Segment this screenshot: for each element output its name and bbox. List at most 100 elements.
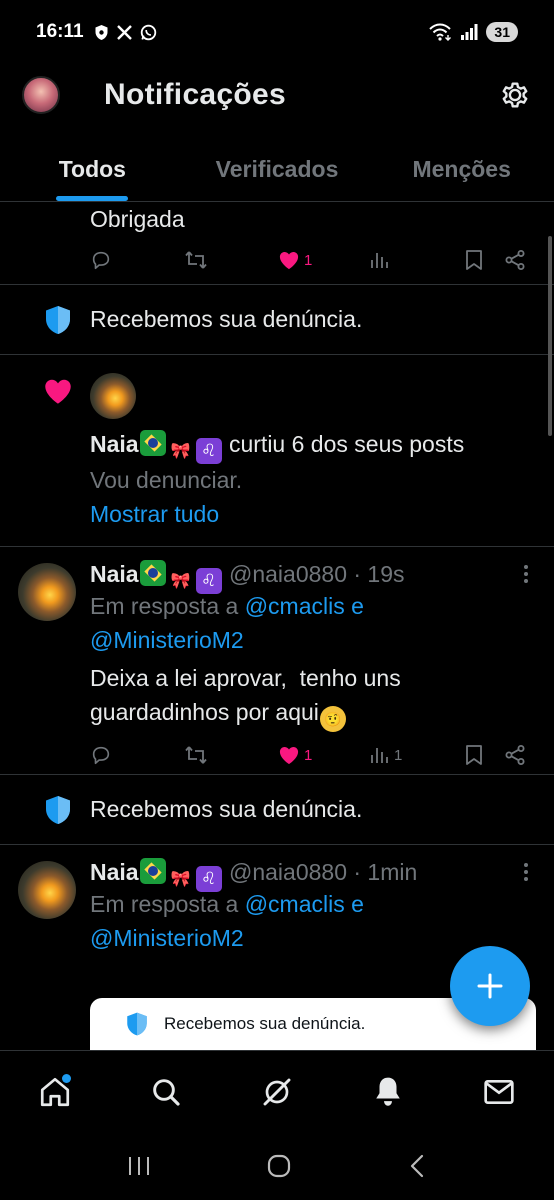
- author-name[interactable]: Naia: [90, 561, 139, 587]
- reply-prefix: Em resposta a: [90, 891, 245, 917]
- report-text: Recebemos sua denúncia.: [90, 306, 363, 332]
- nav-home[interactable]: [33, 1070, 77, 1114]
- bell-icon: [376, 1077, 400, 1106]
- views-count: 1: [394, 746, 403, 764]
- status-time: 16:11: [36, 21, 84, 42]
- views-icon: [371, 253, 388, 268]
- like-button[interactable]: 1: [278, 745, 312, 765]
- tab-mencoes[interactable]: Menções: [369, 138, 554, 201]
- heart-filled-icon: [279, 252, 299, 270]
- reply-button[interactable]: [90, 744, 112, 766]
- liker-name[interactable]: Naia: [90, 431, 139, 457]
- liker-avatar[interactable]: [90, 373, 136, 419]
- page-title: Notificações: [104, 78, 286, 111]
- views-button[interactable]: [370, 250, 390, 270]
- shield-icon: [46, 795, 70, 824]
- reply-prefix: Em resposta a: [90, 593, 245, 619]
- mention-link[interactable]: @cmaclis: [245, 593, 345, 619]
- more-options-icon[interactable]: [524, 565, 530, 583]
- reply-context: Em resposta a @cmaclis e: [90, 887, 364, 921]
- search-icon: [153, 1078, 180, 1106]
- bottom-navigation: [0, 1050, 554, 1132]
- signal-icon: [461, 24, 478, 40]
- notification-tabs: Todos Verificados Menções: [0, 138, 554, 202]
- reply-button[interactable]: [90, 249, 112, 271]
- tab-verificados[interactable]: Verificados: [185, 138, 370, 201]
- settings-button[interactable]: [498, 78, 532, 112]
- x-status-icon: [116, 24, 132, 40]
- plus-icon: [477, 973, 503, 999]
- views-icon: [371, 748, 388, 763]
- scrollbar[interactable]: [548, 236, 552, 436]
- mention-link[interactable]: @MinisterioM2: [90, 623, 244, 657]
- grok-icon: [263, 1078, 291, 1105]
- home-circle-icon[interactable]: [265, 1152, 293, 1180]
- report-notification[interactable]: Recebemos sua denúncia.: [0, 285, 554, 355]
- brazil-flag-emoji: [139, 560, 166, 586]
- like-summary: Naia 🎀 ♌ curtiu 6 dos seus posts: [90, 427, 464, 465]
- author-handle[interactable]: @naia0880: [229, 561, 347, 587]
- report-notification[interactable]: Recebemos sua denúncia.: [0, 775, 554, 845]
- author-name[interactable]: Naia: [90, 859, 139, 885]
- status-bar: 16:11 31: [0, 0, 554, 64]
- share-icon: [505, 250, 525, 270]
- more-options-icon[interactable]: [524, 863, 530, 881]
- brazil-flag-emoji: [139, 858, 166, 884]
- author-avatar[interactable]: [18, 563, 76, 621]
- report-text: Recebemos sua denúncia.: [90, 796, 363, 822]
- mail-icon: [483, 1079, 514, 1104]
- tab-todos[interactable]: Todos: [0, 138, 185, 201]
- bookmark-button[interactable]: [464, 249, 484, 271]
- leo-sign-emoji: ♌: [195, 438, 222, 464]
- recent-apps-icon[interactable]: [126, 1154, 152, 1178]
- bookmark-button[interactable]: [464, 744, 484, 766]
- system-navigation: [0, 1132, 554, 1200]
- reply-tweet[interactable]: Naia 🎀 ♌ @naia0880 · 19s Em resposta a @cm…: [0, 547, 554, 775]
- retweet-button[interactable]: [184, 744, 208, 766]
- tweet-text: Obrigada: [90, 206, 185, 232]
- profile-avatar[interactable]: [22, 76, 60, 114]
- brazil-flag-emoji: [139, 430, 166, 456]
- bookmark-icon: [466, 745, 482, 765]
- share-icon: [505, 745, 525, 765]
- share-button[interactable]: [504, 744, 526, 766]
- nav-notifications[interactable]: [366, 1070, 410, 1114]
- heart-filled-icon: [45, 379, 71, 404]
- nav-search[interactable]: [144, 1070, 188, 1114]
- like-count: 1: [304, 251, 313, 269]
- heart-filled-icon: [279, 747, 299, 765]
- shield-status-icon: [95, 24, 108, 40]
- tweet-text-fragment: guardadinhos por aqui: [90, 699, 319, 725]
- reply-and: e: [344, 891, 364, 917]
- whatsapp-status-icon: [140, 24, 156, 40]
- toast-text: Recebemos sua denúncia.: [164, 1014, 366, 1033]
- notifications-feed[interactable]: Obrigada 1 Recebemos sua denúncia. Naia …: [0, 202, 554, 1050]
- mention-link[interactable]: @MinisterioM2: [90, 921, 244, 955]
- reply-icon: [92, 746, 110, 765]
- nav-grok[interactable]: [255, 1070, 299, 1114]
- back-icon[interactable]: [406, 1153, 428, 1179]
- author-avatar[interactable]: [18, 861, 76, 919]
- partial-tweet[interactable]: Obrigada 1: [0, 202, 554, 285]
- shield-icon: [46, 305, 70, 334]
- views-button[interactable]: 1: [370, 745, 402, 765]
- app-header: Notificações: [0, 64, 554, 126]
- tweet-text-line: guardadinhos por aqui 🤨: [90, 695, 347, 732]
- reply-and: e: [344, 593, 364, 619]
- share-button[interactable]: [504, 249, 526, 271]
- wifi-icon: [429, 23, 452, 41]
- compose-button[interactable]: [450, 946, 530, 1026]
- like-notification[interactable]: Naia 🎀 ♌ curtiu 6 dos seus posts Vou denun…: [0, 355, 554, 547]
- retweet-button[interactable]: [184, 249, 208, 271]
- show-all-link[interactable]: Mostrar tudo: [90, 497, 219, 531]
- nav-messages[interactable]: [477, 1070, 521, 1114]
- mention-link[interactable]: @cmaclis: [245, 891, 345, 917]
- author-handle[interactable]: @naia0880: [229, 859, 347, 885]
- new-content-dot: [62, 1073, 72, 1083]
- raised-eyebrow-face-emoji: 🤨: [319, 706, 346, 732]
- tweet-time: · 1min: [353, 859, 418, 885]
- like-button[interactable]: 1: [278, 250, 312, 270]
- gear-icon: [502, 82, 528, 108]
- bookmark-icon: [466, 250, 482, 270]
- pink-bow-emoji: 🎀: [170, 443, 191, 460]
